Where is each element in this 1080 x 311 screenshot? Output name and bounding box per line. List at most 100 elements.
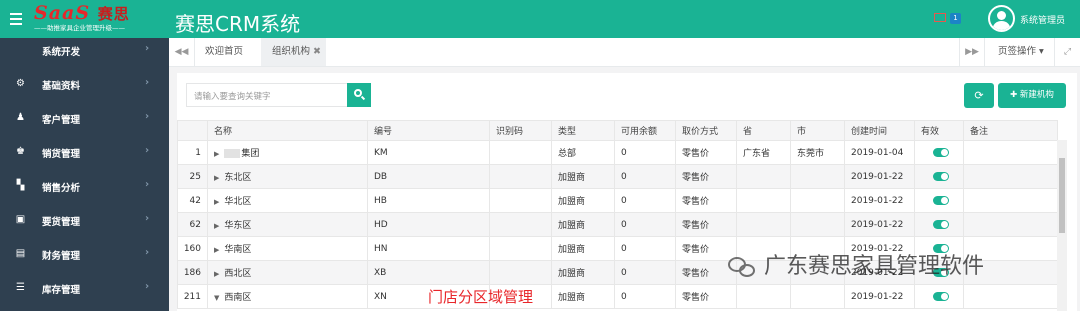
mail-icon[interactable] <box>934 13 946 22</box>
col-name[interactable]: 名称 <box>207 120 368 141</box>
sidebar-item-label: 销货管理 <box>42 149 81 160</box>
table-row[interactable]: 42 ▶ 华北区 HB 加盟商 0 零售价 2019-01-22 <box>177 188 1058 213</box>
cell-note <box>963 188 1058 213</box>
cell-created: 2019-01-22 <box>844 164 915 189</box>
sidebar-item-label: 库存管理 <box>42 285 81 296</box>
sidebar-item-finance[interactable]: ▤ 财务管理 › <box>0 237 169 271</box>
sidebar: 系统开发 › ⚙ 基础资料 › ♟ 客户管理 › ♚ 销货管理 › ▚ 销售分析… <box>0 38 169 311</box>
sidebar-item-inventory[interactable]: ☰ 库存管理 › <box>0 271 169 305</box>
valid-toggle[interactable] <box>933 147 949 157</box>
tab-scroll-right-icon[interactable]: ▶▶ <box>959 38 985 66</box>
cell-id: 62 <box>177 212 208 237</box>
avatar[interactable] <box>988 5 1015 32</box>
chevron-right-icon: › <box>145 43 150 54</box>
fullscreen-icon[interactable]: ⤢ <box>1054 38 1080 66</box>
cell-id: 186 <box>177 260 208 285</box>
cell-balance: 0 <box>614 140 676 165</box>
valid-toggle[interactable] <box>933 171 949 181</box>
cell-note <box>963 140 1058 165</box>
caret-right-icon[interactable]: ▶ <box>214 150 219 158</box>
cell-ident <box>489 212 552 237</box>
chevron-right-icon: › <box>145 111 150 122</box>
logo: SaaS 赛思 ——助推家具企业管理升级—— <box>34 2 130 32</box>
valid-toggle[interactable] <box>933 291 949 301</box>
cell-id: 160 <box>177 236 208 261</box>
valid-toggle[interactable] <box>933 219 949 229</box>
col-type[interactable]: 类型 <box>551 120 615 141</box>
chevron-right-icon: › <box>145 281 150 292</box>
sidebar-item-requisition[interactable]: ▣ 要货管理 › <box>0 203 169 237</box>
tab-organization[interactable]: 组织机构 ✖ <box>261 38 326 66</box>
cell-price: 零售价 <box>675 140 737 165</box>
table-row[interactable]: 1 ▶ 集团 KM 总部 0 零售价 广东省 东莞市 2019-01-04 <box>177 140 1058 165</box>
col-valid[interactable]: 有效 <box>914 120 964 141</box>
table-row[interactable]: 62 ▶ 华东区 HD 加盟商 0 零售价 2019-01-22 <box>177 212 1058 237</box>
cell-valid <box>914 140 964 165</box>
caret-right-icon[interactable]: ▶ <box>214 174 219 182</box>
table-row[interactable]: 25 ▶ 东北区 DB 加盟商 0 零售价 2019-01-22 <box>177 164 1058 189</box>
col-created[interactable]: 创建时间 <box>844 120 915 141</box>
col-ident[interactable]: 识别码 <box>489 120 552 141</box>
search-button[interactable] <box>347 83 371 107</box>
tab-scroll-left-icon[interactable]: ◀◀ <box>169 38 195 66</box>
cell-name: ▶ 华北区 <box>207 188 368 213</box>
table-scrollbar[interactable] <box>1057 140 1067 311</box>
row-name-label: 西北区 <box>224 269 252 279</box>
col-province[interactable]: 省 <box>736 120 791 141</box>
sidebar-item-sales[interactable]: ♚ 销货管理 › <box>0 135 169 169</box>
sidebar-item-system-dev[interactable]: 系统开发 › <box>0 33 169 67</box>
user-name[interactable]: 系统管理员 <box>1020 13 1065 26</box>
cell-note <box>963 212 1058 237</box>
sidebar-item-label: 财务管理 <box>42 251 81 262</box>
redacted-text <box>224 149 241 158</box>
caret-right-icon[interactable]: ▶ <box>214 270 219 278</box>
menu-toggle-icon[interactable] <box>10 13 22 25</box>
sidebar-item-sales-analysis[interactable]: ▚ 销售分析 › <box>0 169 169 203</box>
cell-created: 2019-01-22 <box>844 284 915 309</box>
table-row[interactable]: 211 ▼ 西南区 XN 加盟商 0 零售价 2019-01-22 <box>177 284 1058 309</box>
cell-code: XB <box>367 260 490 285</box>
refresh-icon: ⟳ <box>974 89 984 102</box>
search-input[interactable]: 请输入要查询关键字 <box>186 83 348 107</box>
page-ops-dropdown[interactable]: 页签操作 ▾ <box>991 38 1049 66</box>
cell-balance: 0 <box>614 212 676 237</box>
sidebar-item-customers[interactable]: ♟ 客户管理 › <box>0 101 169 135</box>
cell-price: 零售价 <box>675 284 737 309</box>
cell-created: 2019-01-04 <box>844 140 915 165</box>
cell-price: 零售价 <box>675 188 737 213</box>
col-price[interactable]: 取价方式 <box>675 120 737 141</box>
cell-balance: 0 <box>614 284 676 309</box>
close-icon[interactable]: ✖ <box>313 46 321 57</box>
caret-right-icon[interactable]: ▶ <box>214 198 219 206</box>
caret-down-icon[interactable]: ▼ <box>214 294 219 302</box>
bus-icon: ▣ <box>15 214 26 225</box>
refresh-button[interactable]: ⟳ <box>964 83 994 108</box>
cell-name: ▼ 西南区 <box>207 284 368 309</box>
cell-type: 加盟商 <box>551 236 615 261</box>
cart-icon: ▚ <box>16 180 25 191</box>
cell-type: 加盟商 <box>551 164 615 189</box>
new-organization-button[interactable]: ✚ 新建机构 <box>998 83 1066 108</box>
tab-welcome[interactable]: 欢迎首页 <box>205 38 255 66</box>
cell-name: ▶ 华南区 <box>207 236 368 261</box>
valid-toggle[interactable] <box>933 195 949 205</box>
cell-code: KM <box>367 140 490 165</box>
sidebar-item-basic-data[interactable]: ⚙ 基础资料 › <box>0 67 169 101</box>
cell-ident <box>489 188 552 213</box>
caret-right-icon[interactable]: ▶ <box>214 246 219 254</box>
cell-type: 加盟商 <box>551 260 615 285</box>
cell-created: 2019-01-22 <box>844 212 915 237</box>
cell-type: 总部 <box>551 140 615 165</box>
cell-name: ▶ 西北区 <box>207 260 368 285</box>
row-name-label: 华南区 <box>224 245 252 255</box>
cell-code: HD <box>367 212 490 237</box>
sidebar-item-label: 客户管理 <box>42 115 81 126</box>
cell-name: ▶ 集团 <box>207 140 368 165</box>
sidebar-item-label: 销售分析 <box>42 183 81 194</box>
cell-price: 零售价 <box>675 164 737 189</box>
col-code[interactable]: 编号 <box>367 120 490 141</box>
col-city[interactable]: 市 <box>790 120 845 141</box>
col-note[interactable]: 备注 <box>963 120 1058 141</box>
col-balance[interactable]: 可用余额 <box>614 120 676 141</box>
caret-right-icon[interactable]: ▶ <box>214 222 219 230</box>
